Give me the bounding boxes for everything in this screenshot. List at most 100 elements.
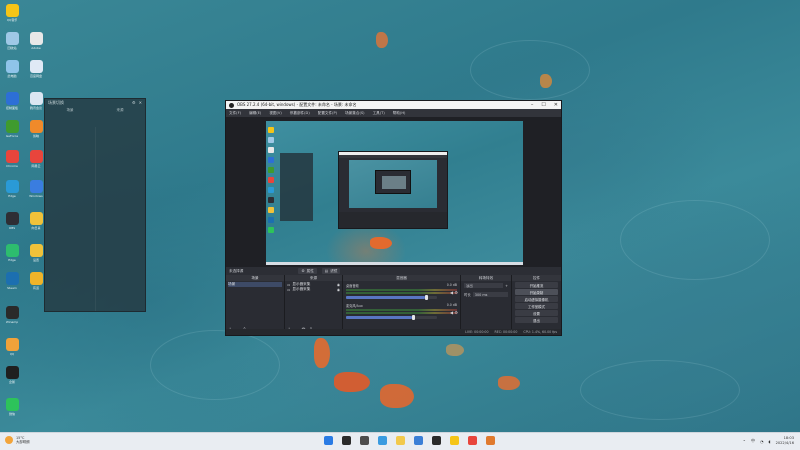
water-ripple	[470, 40, 590, 100]
koi-fish	[540, 74, 552, 88]
dock-area: 场景 场景 + − ⌃ ⌄ 来源 ▭显示器采集◉ ▭显示器采集◉ + − ⚙ ⌃	[226, 275, 561, 335]
wifi-icon[interactable]: ◔	[760, 439, 764, 444]
obs-window[interactable]: OBS 27.2.4 (64-bit, windows) - 配置文件: 未命名…	[225, 100, 562, 336]
weather-widget[interactable]: 15°C 大部晴朗	[5, 436, 30, 444]
chevron-up-icon[interactable]: ⌃	[743, 439, 746, 444]
desktop-shortcut[interactable]: OBS	[2, 212, 22, 230]
desktop-shortcut[interactable]: 控制面板	[2, 92, 22, 110]
properties-button[interactable]: ⚙ 属性	[298, 268, 317, 274]
panel-col-left: 场景	[66, 108, 74, 112]
desktop-shortcut[interactable]: Edge	[2, 244, 22, 262]
title-bar[interactable]: OBS 27.2.4 (64-bit, windows) - 配置文件: 未命名…	[226, 101, 561, 109]
desktop-shortcut[interactable]: 有道	[26, 272, 46, 290]
music-icon[interactable]	[450, 436, 459, 445]
koi-fish	[498, 376, 520, 390]
menu-item[interactable]: 视图(V)	[269, 111, 281, 116]
desktop-shortcut[interactable]: 回收站	[2, 32, 22, 50]
volume-slider[interactable]	[346, 295, 437, 300]
nested-obs-window	[338, 151, 448, 229]
duration-field[interactable]: 300 ms	[472, 292, 508, 297]
volume-slider[interactable]	[346, 315, 437, 320]
add-icon[interactable]: +	[505, 284, 508, 288]
app-icon	[29, 272, 43, 285]
desktop-shortcut[interactable]: Adobe	[26, 32, 46, 50]
preview-desktop-icon	[268, 217, 274, 223]
volume-meter	[346, 292, 457, 294]
desktop-shortcut[interactable]: 网易云	[26, 150, 46, 168]
minimize-icon[interactable]: –	[531, 102, 534, 108]
filters-button[interactable]: ▤ 滤镜	[321, 268, 341, 274]
control-button[interactable]: 退出	[515, 317, 558, 323]
scene-switcher-panel[interactable]: 场景切换 ⚙ ✕ 场景 来源	[44, 98, 146, 312]
desktop-shortcut-label: Steam	[7, 286, 17, 290]
desktop-shortcut-label: GeForce	[5, 134, 19, 138]
speaker-icon[interactable]: ◀	[450, 310, 453, 315]
gear-icon[interactable]: ⚙	[454, 310, 458, 315]
task-view-icon[interactable]	[360, 436, 369, 445]
volume-icon[interactable]: ◖	[768, 439, 770, 444]
desktop-shortcut-label: 百度网盘	[29, 74, 42, 78]
speaker-icon[interactable]: ◀	[450, 290, 453, 295]
koi-fish	[380, 384, 414, 408]
desktop-shortcut-label: QQ	[9, 352, 15, 356]
menu-item[interactable]: 工具(T)	[373, 111, 385, 116]
preview-canvas[interactable]	[266, 121, 523, 265]
desktop-shortcut[interactable]: 微信	[2, 398, 22, 416]
gear-icon[interactable]: ⚙	[454, 290, 458, 295]
app-icon[interactable]	[486, 436, 495, 445]
desktop-shortcut[interactable]: 企鹅	[2, 366, 22, 384]
search-icon[interactable]	[342, 436, 351, 445]
obs-icon[interactable]	[432, 436, 441, 445]
desktop-shortcut[interactable]: Winamp	[2, 306, 22, 324]
channel-name: 麦克风/Aux	[346, 304, 363, 308]
water-ripple	[620, 200, 770, 280]
scene-item[interactable]: 场景	[228, 282, 282, 287]
control-button[interactable]: 开始推流	[515, 282, 558, 288]
menu-item[interactable]: 场景集合(S)	[345, 111, 364, 116]
control-button[interactable]: 工作室模式	[515, 303, 558, 309]
menu-item[interactable]: 配置文件(P)	[318, 111, 337, 116]
control-button[interactable]: 设置	[515, 310, 558, 316]
eye-icon[interactable]: ◉	[337, 283, 340, 287]
source-item[interactable]: ▭ 显示器采集 ◉	[287, 287, 340, 292]
eye-icon[interactable]: ◉	[337, 288, 340, 292]
windows-start-icon[interactable]	[324, 436, 333, 445]
sun-icon	[5, 436, 13, 444]
language-indicator[interactable]: 中	[751, 438, 755, 444]
desktop-shortcut[interactable]: QQ	[2, 338, 22, 356]
transition-select[interactable]: 淡出	[464, 283, 504, 288]
desktop-shortcut[interactable]: QQ音乐	[2, 4, 22, 22]
menu-item[interactable]: 文件(F)	[229, 111, 241, 116]
desktop-shortcut[interactable]: Chrome	[2, 150, 22, 168]
monitor-icon: ▭	[287, 282, 291, 287]
preview-desktop-icon	[268, 137, 274, 143]
desktop-shortcut[interactable]: 剪映	[26, 120, 46, 138]
menu-item[interactable]: 停靠部件(D)	[290, 111, 310, 116]
menu-item[interactable]: 帮助(H)	[393, 111, 406, 116]
mixer-channel: 麦克风/Aux 0.0 dB ◀ ⚙	[343, 301, 460, 321]
desktop-shortcut[interactable]: 腾讯会议	[26, 92, 46, 110]
close-icon[interactable]: ✕	[554, 102, 558, 108]
app-icon[interactable]	[468, 436, 477, 445]
folder-icon[interactable]	[396, 436, 405, 445]
volume-meter	[346, 309, 457, 311]
desktop-shortcut[interactable]: 设置	[26, 244, 46, 262]
close-icon[interactable]: ✕	[139, 100, 142, 105]
desktop-shortcut[interactable]: Steam	[2, 272, 22, 290]
edge-icon[interactable]	[378, 436, 387, 445]
store-icon[interactable]	[414, 436, 423, 445]
control-button[interactable]: 开始录制	[515, 289, 558, 295]
control-button[interactable]: 启动虚拟摄像机	[515, 296, 558, 302]
edge-icon	[5, 180, 19, 193]
desktop-shortcut[interactable]: GeForce	[2, 120, 22, 138]
settings-icon[interactable]: ⚙	[132, 100, 136, 105]
desktop-shortcut[interactable]: 向日葵	[26, 212, 46, 230]
menu-item[interactable]: 编辑(E)	[249, 111, 261, 116]
desktop-shortcut[interactable]: 百度网盘	[26, 60, 46, 78]
desktop-shortcut[interactable]: 此电脑	[2, 60, 22, 78]
clock[interactable]: 18:03 2022/4/16	[776, 436, 794, 446]
music-icon	[29, 150, 43, 163]
desktop-shortcut[interactable]: Windows	[26, 180, 46, 198]
desktop-shortcut[interactable]: Edge	[2, 180, 22, 198]
maximize-icon[interactable]: ☐	[541, 102, 545, 108]
